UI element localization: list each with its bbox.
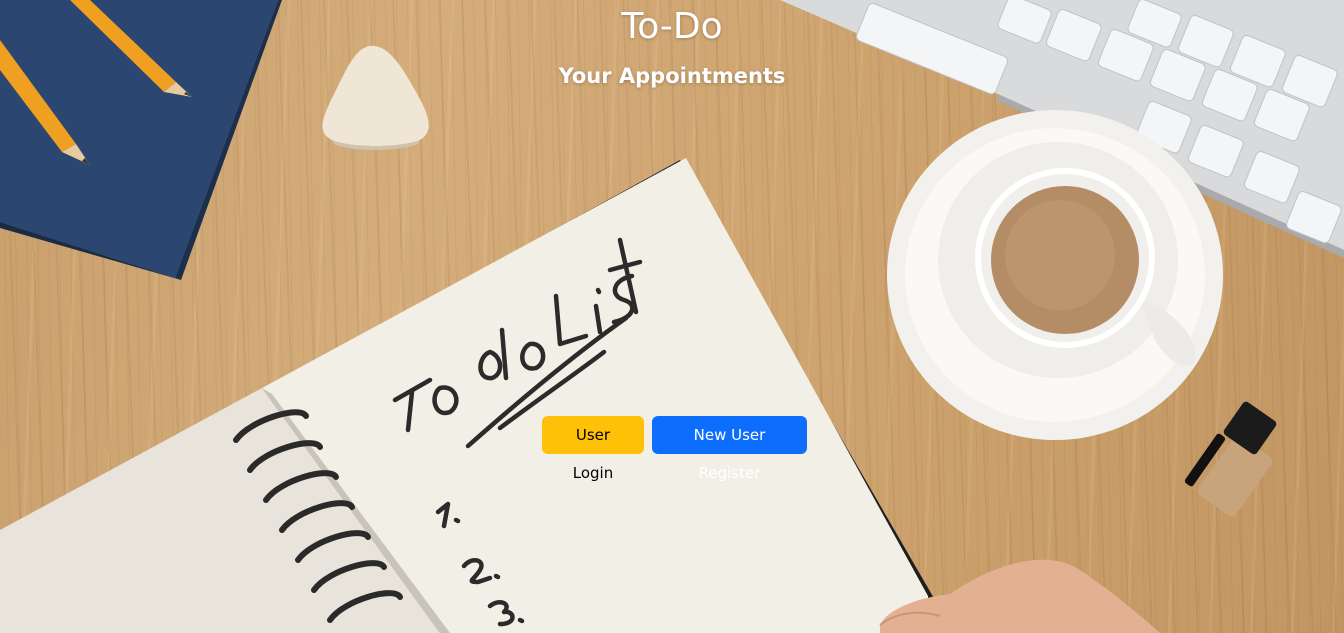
pen-cap-image xyxy=(1184,401,1277,517)
coffee-cup-image xyxy=(887,110,1223,440)
landing-background: To-Do Your Appointments User Login New U… xyxy=(0,0,1344,633)
user-login-button[interactable]: User Login xyxy=(542,416,644,482)
desk-photo-illustration xyxy=(0,0,1344,633)
page-subtitle: Your Appointments xyxy=(558,64,786,88)
page-title: To-Do xyxy=(621,6,723,47)
new-user-register-button[interactable]: New User Register xyxy=(652,416,807,482)
eraser-image xyxy=(322,45,429,150)
